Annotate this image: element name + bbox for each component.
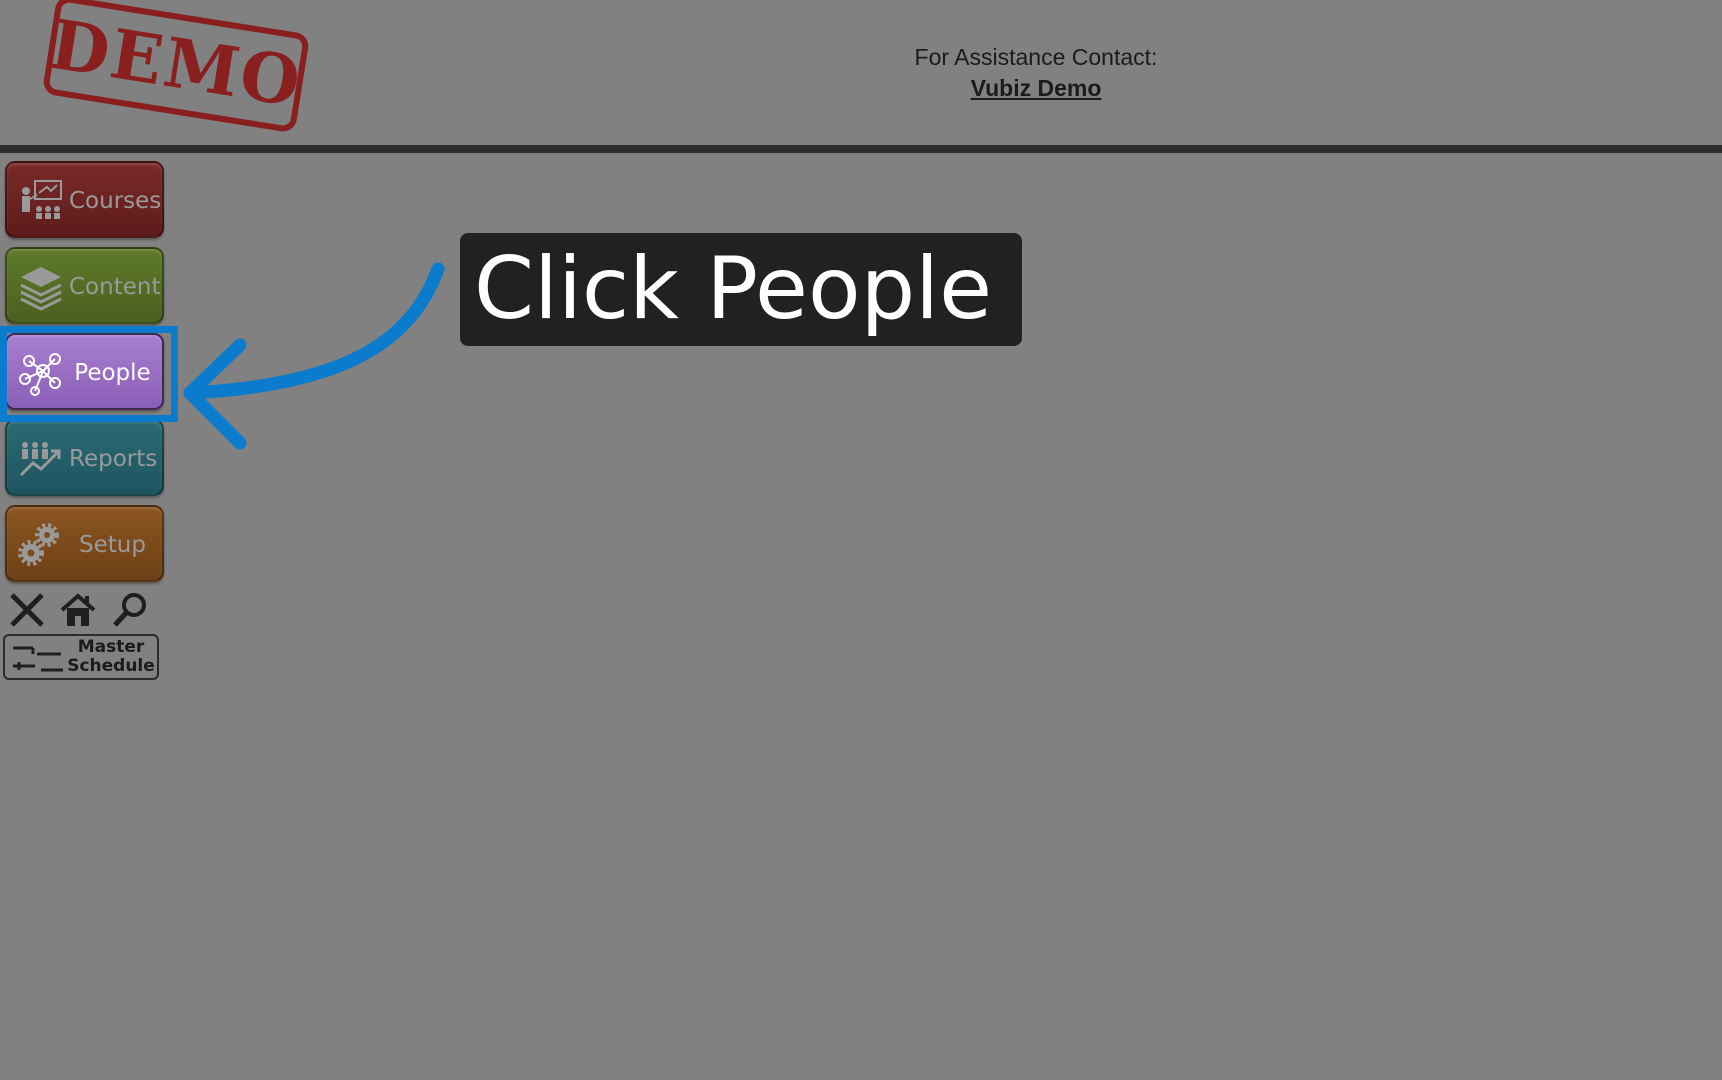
header: DEMO For Assistance Contact: Vubiz Demo: [0, 0, 1722, 146]
courses-button[interactable]: Courses: [5, 161, 164, 238]
classroom-icon: [22, 180, 62, 219]
master-schedule-label: Master Schedule: [65, 638, 157, 676]
arrow-pointer-icon: [183, 262, 445, 450]
instruction-callout: Click People: [460, 233, 1022, 346]
layers-icon: [20, 267, 62, 311]
courses-label: Courses: [69, 188, 162, 214]
content-label: Content: [69, 274, 161, 300]
schedule-line: Schedule: [67, 656, 155, 676]
gears-icon: [18, 523, 59, 566]
close-icon[interactable]: [7, 590, 47, 630]
chart-people-icon: [19, 442, 61, 477]
master-line: Master: [77, 637, 145, 657]
people-button[interactable]: People: [5, 333, 164, 410]
assistance-contact: For Assistance Contact: Vubiz Demo: [0, 44, 1722, 102]
master-schedule-button[interactable]: Master Schedule: [3, 634, 159, 680]
reports-label: Reports: [69, 446, 158, 472]
callout-text: Click People: [474, 239, 992, 339]
gantt-icon: [13, 646, 63, 672]
search-icon[interactable]: [110, 590, 150, 630]
header-divider: [0, 145, 1722, 153]
setup-label: Setup: [79, 532, 146, 558]
contact-link[interactable]: Vubiz Demo: [971, 75, 1102, 102]
assistance-label: For Assistance Contact:: [914, 44, 1158, 70]
setup-button[interactable]: Setup: [5, 505, 164, 582]
home-icon[interactable]: [58, 590, 98, 630]
reports-button[interactable]: Reports: [5, 419, 164, 496]
content-button[interactable]: Content: [5, 247, 164, 324]
network-people-icon: [19, 353, 61, 396]
people-label: People: [74, 360, 151, 386]
